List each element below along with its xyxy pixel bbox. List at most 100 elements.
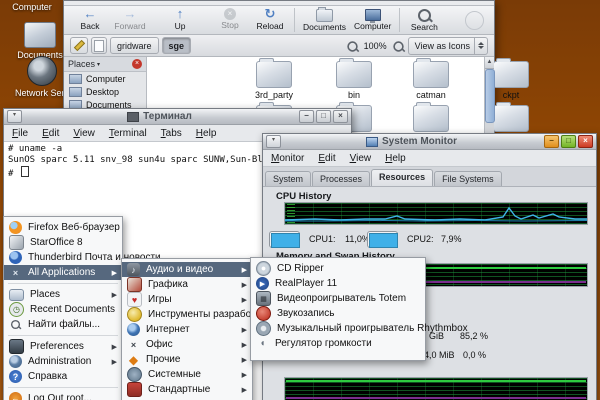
- submenu-item-accessories[interactable]: Стандартные ▶: [122, 382, 252, 397]
- menu-terminal[interactable]: Terminal: [109, 128, 147, 139]
- maximize-button[interactable]: □: [316, 110, 331, 123]
- audio-video-submenu: CD Ripper ▶ RealPlayer 11 ▦ Видеопроигры…: [250, 257, 426, 361]
- terminal-prompt: #: [8, 169, 13, 179]
- submenu-item-graphics[interactable]: Графика ▶: [122, 277, 252, 292]
- main-menu: Firefox Веб-браузер StarOffice 8 Thunder…: [3, 216, 123, 400]
- applications-submenu: ♪ Аудио и видео ▶ Графика ▶ ♥ Игры ▶ Инс…: [121, 258, 253, 400]
- path-button-sge[interactable]: sge: [162, 37, 192, 54]
- menu-item-logout[interactable]: ← Log Out root...: [4, 391, 122, 400]
- zoom-out-icon[interactable]: [347, 41, 357, 51]
- sidebar-item-computer[interactable]: Computer: [64, 72, 146, 85]
- cd-icon: [256, 261, 271, 276]
- tab-processes[interactable]: Processes: [312, 171, 370, 186]
- location-bar: gridware sge 100% View as Icons: [64, 35, 494, 57]
- menu-item-firefox[interactable]: Firefox Веб-браузер: [4, 220, 122, 235]
- sidebar-item-label: Computer: [86, 74, 126, 84]
- submenu-item-volume-control[interactable]: ◖ Регулятор громкости: [251, 336, 425, 351]
- menu-edit[interactable]: Edit: [42, 128, 59, 139]
- menu-view[interactable]: View: [350, 153, 372, 164]
- scrollbar-thumb[interactable]: [485, 69, 495, 123]
- tab-bar: System Processes Resources File Systems: [263, 167, 596, 187]
- menu-item-thunderbird[interactable]: Thunderbird Почта и новости: [4, 250, 122, 265]
- scroll-up-icon[interactable]: ▲: [485, 57, 494, 69]
- folder-bin[interactable]: bin: [319, 61, 389, 100]
- submenu-item-system[interactable]: Системные ▶: [122, 367, 252, 382]
- submenu-item-internet[interactable]: Интернет ▶: [122, 322, 252, 337]
- menu-item-recent-documents[interactable]: ◷ Recent Documents ▶: [4, 302, 122, 317]
- maximize-button[interactable]: □: [561, 135, 576, 148]
- submenu-item-sound-recorder[interactable]: Звукозапись: [251, 306, 425, 321]
- menu-file[interactable]: File: [12, 128, 28, 139]
- submenu-item-games[interactable]: ♥ Игры ▶: [122, 292, 252, 307]
- submenu-item-cd-ripper[interactable]: CD Ripper: [251, 261, 425, 276]
- submenu-item-label: Музыкальный проигрыватель Rhythmbox: [277, 323, 468, 334]
- folder-label: 3rd_party: [239, 90, 309, 100]
- cpu2-swatch: [369, 233, 398, 248]
- menu-help[interactable]: Help: [196, 128, 217, 139]
- path-button-gridware[interactable]: gridware: [110, 37, 159, 54]
- cpu2-label: CPU2:: [407, 234, 434, 244]
- menu-tabs[interactable]: Tabs: [161, 128, 182, 139]
- menu-item-administration[interactable]: Administration ▶: [4, 354, 122, 369]
- folder-icon: [256, 61, 292, 88]
- menu-help[interactable]: Help: [385, 153, 406, 164]
- submenu-item-rhythmbox[interactable]: Музыкальный проигрыватель Rhythmbox: [251, 321, 425, 336]
- sidebar-item-desktop[interactable]: Desktop: [64, 85, 146, 98]
- folder-icon: [316, 9, 333, 22]
- terminal-titlebar[interactable]: ▾ Терминал − □ ×: [4, 109, 351, 125]
- tab-resources[interactable]: Resources: [371, 169, 433, 186]
- sidebar-close-icon[interactable]: ×: [132, 59, 142, 69]
- menu-item-staroffice[interactable]: StarOffice 8: [4, 235, 122, 250]
- root-path-button[interactable]: [91, 37, 107, 54]
- window-menu-icon[interactable]: ▾: [7, 110, 22, 123]
- submenu-item-label: Аудио и видео: [146, 264, 213, 275]
- folder-3rd_party[interactable]: 3rd_party: [239, 61, 309, 100]
- sidebar-header[interactable]: Places ▾ ×: [64, 57, 146, 72]
- submenu-item-development[interactable]: Инструменты разработки ▶: [122, 307, 252, 322]
- cpu1-color-button[interactable]: [269, 231, 300, 248]
- close-button[interactable]: ×: [578, 135, 593, 148]
- menu-item-places[interactable]: Places ▶: [4, 287, 122, 302]
- minimize-button[interactable]: −: [544, 135, 559, 148]
- minimize-button[interactable]: −: [299, 110, 314, 123]
- desktop-icon-documents[interactable]: Documents: [10, 22, 70, 60]
- submenu-item-office[interactable]: × Офис ▶: [122, 337, 252, 352]
- zoom-in-icon[interactable]: [393, 41, 403, 51]
- submenu-item-other[interactable]: ◆ Прочие ▶: [122, 352, 252, 367]
- menu-monitor[interactable]: Monitor: [271, 153, 304, 164]
- system-monitor-titlebar[interactable]: ▾ System Monitor − □ ×: [263, 134, 596, 150]
- folder-catman[interactable]: catman: [396, 61, 466, 100]
- menu-view[interactable]: View: [73, 128, 95, 139]
- submenu-item-totem[interactable]: ▦ Видеопроигрыватель Totem: [251, 291, 425, 306]
- sidebar-header-label: Places: [68, 59, 95, 69]
- documents-button[interactable]: Documents: [299, 7, 350, 32]
- tab-file-systems[interactable]: File Systems: [434, 171, 502, 186]
- submenu-arrow-icon: ▶: [112, 358, 117, 366]
- computer-button[interactable]: Computer: [350, 7, 395, 31]
- back-button[interactable]: ← Back: [70, 7, 110, 31]
- submenu-item-realplayer[interactable]: ▶ RealPlayer 11: [251, 276, 425, 291]
- edit-location-button[interactable]: [70, 37, 88, 54]
- menu-item-help[interactable]: ? Справка: [4, 369, 122, 384]
- submenu-item-audio-video[interactable]: ♪ Аудио и видео ▶: [122, 262, 252, 277]
- view-mode-dropdown[interactable]: View as Icons: [408, 37, 488, 55]
- stop-button[interactable]: × Stop: [210, 7, 250, 30]
- search-button[interactable]: Search: [404, 7, 444, 32]
- cpu2-color-button[interactable]: [367, 231, 398, 248]
- up-button[interactable]: ↑ Up: [160, 7, 200, 31]
- reload-icon: ↻: [265, 7, 276, 21]
- desktop-icon-computer[interactable]: Computer: [2, 2, 62, 12]
- menu-item-all-applications[interactable]: × All Applications ▶: [4, 265, 122, 280]
- computer-icon: [69, 74, 82, 84]
- menu-item-find-files[interactable]: Найти файлы...: [4, 317, 122, 332]
- tab-system[interactable]: System: [265, 171, 311, 186]
- forward-button[interactable]: → Forward: [110, 7, 150, 31]
- window-menu-icon[interactable]: ▾: [266, 135, 281, 148]
- monitor-icon: [366, 137, 378, 147]
- reload-button[interactable]: ↻ Reload: [250, 7, 290, 31]
- menu-item-preferences[interactable]: Preferences ▶: [4, 339, 122, 354]
- close-button[interactable]: ×: [333, 110, 348, 123]
- submenu-item-label: Системные: [148, 369, 201, 380]
- menu-edit[interactable]: Edit: [318, 153, 335, 164]
- up-label: Up: [175, 21, 186, 31]
